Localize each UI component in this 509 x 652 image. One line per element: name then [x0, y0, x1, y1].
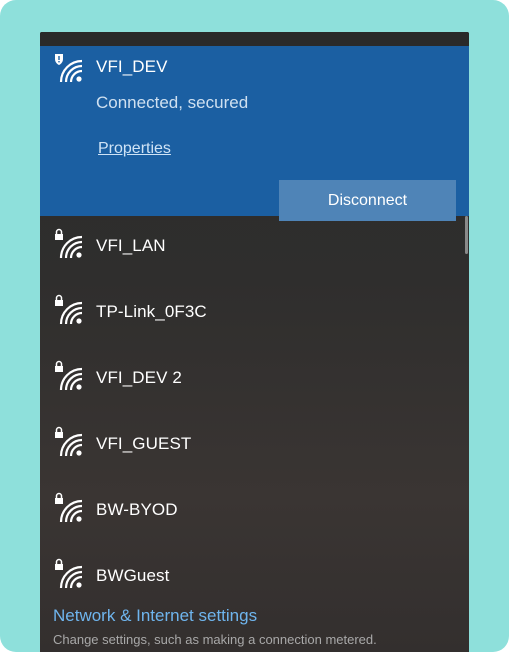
wifi-locked-icon [52, 360, 84, 392]
network-name: VFI_GUEST [96, 434, 192, 453]
network-name: TP-Link_0F3C [96, 302, 207, 321]
network-item-bw-byod[interactable]: BW-BYOD [40, 480, 464, 540]
settings-description: Change settings, such as making a connec… [53, 632, 377, 647]
network-flyout: VFI_DEV Connected, secured Properties Di… [40, 32, 469, 652]
wifi-locked-icon [52, 426, 84, 458]
network-item-vfi-dev-2[interactable]: VFI_DEV 2 [40, 348, 464, 408]
network-internet-settings-link[interactable]: Network & Internet settings [53, 606, 257, 626]
wifi-locked-icon [52, 228, 84, 260]
wifi-locked-icon [52, 294, 84, 326]
wifi-locked-icon [52, 558, 84, 590]
network-item-vfi-lan[interactable]: VFI_LAN [40, 216, 464, 276]
wifi-locked-icon [52, 492, 84, 524]
network-name: BWGuest [96, 566, 170, 585]
network-item-tp-link[interactable]: TP-Link_0F3C [40, 282, 464, 342]
connected-network-panel[interactable]: VFI_DEV Connected, secured Properties Di… [40, 46, 469, 221]
scrollbar-thumb[interactable] [465, 216, 468, 254]
connection-status: Connected, secured [96, 93, 249, 112]
flyout-top-edge [40, 32, 469, 46]
network-name: BW-BYOD [96, 500, 178, 519]
disconnect-button[interactable]: Disconnect [279, 180, 456, 221]
network-name: VFI_LAN [96, 236, 166, 255]
wifi-secured-shield-icon [52, 52, 84, 84]
connected-network-name: VFI_DEV [96, 57, 168, 76]
network-item-vfi-guest[interactable]: VFI_GUEST [40, 414, 464, 474]
properties-link[interactable]: Properties [98, 140, 171, 158]
network-name: VFI_DEV 2 [96, 368, 182, 387]
network-item-bwguest[interactable]: BWGuest [40, 546, 464, 606]
